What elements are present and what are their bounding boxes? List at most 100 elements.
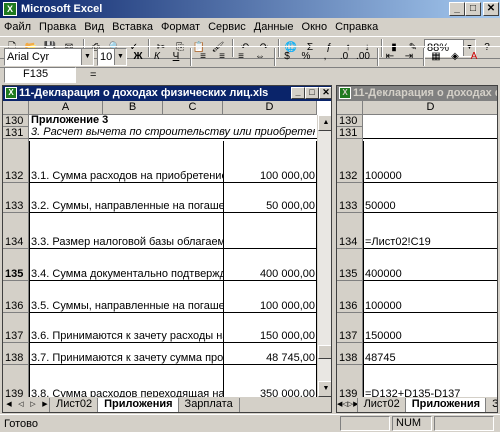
scroll-thumb[interactable] xyxy=(318,345,331,359)
fill-color-icon[interactable]: ◈ xyxy=(447,49,463,65)
left-vertical-scrollbar[interactable]: ▲ ▼ xyxy=(317,115,331,397)
left-window-title: 11-Декларация о доходах физических лиц.x… xyxy=(19,87,269,99)
workbook-icon: X xyxy=(5,87,17,99)
menu-edit[interactable]: Правка xyxy=(35,21,80,33)
cell-border xyxy=(29,212,317,213)
tab-next-icon[interactable]: ▷ xyxy=(27,398,39,412)
row-header[interactable]: 139 xyxy=(337,365,363,401)
align-right-icon[interactable]: ≡ xyxy=(233,49,249,65)
menu-bar: Файл Правка Вид Вставка Формат Сервис Да… xyxy=(0,18,500,36)
row-header[interactable]: 138 xyxy=(337,343,363,365)
left-maximize-button[interactable]: □ xyxy=(305,87,319,99)
decrease-decimal-icon[interactable]: .00 xyxy=(355,49,371,65)
menu-insert[interactable]: Вставка xyxy=(108,21,157,33)
row-header[interactable]: 133 xyxy=(3,183,29,213)
currency-icon[interactable]: $ xyxy=(279,49,295,65)
increase-indent-icon[interactable]: ⇥ xyxy=(401,49,417,65)
name-box[interactable]: F135 xyxy=(4,67,76,83)
column-header-c[interactable]: C xyxy=(163,101,223,115)
cell-border xyxy=(363,182,497,183)
left-minimize-button[interactable]: _ xyxy=(291,87,305,99)
cell-border xyxy=(29,248,317,249)
tab-zarplata[interactable]: Зар xyxy=(485,397,497,412)
cell-border xyxy=(223,141,224,397)
row-header[interactable]: 134 xyxy=(337,213,363,249)
row-header[interactable]: 132 xyxy=(337,139,363,183)
right-window-title: 11-Декларация о доходах физических xyxy=(353,87,497,99)
tab-prilozheniya[interactable]: Приложения xyxy=(404,397,488,412)
column-header-b[interactable]: B xyxy=(103,101,163,115)
left-window-titlebar: X 11-Декларация о доходах физических лиц… xyxy=(3,86,331,101)
row-header[interactable]: 131 xyxy=(3,127,29,139)
menu-tools[interactable]: Сервис xyxy=(204,21,250,33)
menu-window[interactable]: Окно xyxy=(298,21,332,33)
menu-data[interactable]: Данные xyxy=(250,21,298,33)
select-all-corner[interactable] xyxy=(3,101,29,115)
align-left-icon[interactable]: ≡ xyxy=(195,49,211,65)
tab-prev-icon[interactable]: ◁ xyxy=(15,398,27,412)
status-bar: Готово NUM xyxy=(0,414,500,432)
font-color-icon[interactable]: A xyxy=(466,49,482,65)
cell-border xyxy=(29,364,317,365)
menu-help[interactable]: Справка xyxy=(331,21,382,33)
increase-decimal-icon[interactable]: .0 xyxy=(336,49,352,65)
font-name-select[interactable]: Arial Cyr ▼ xyxy=(4,48,94,66)
row-header[interactable]: 133 xyxy=(337,183,363,213)
row-header[interactable]: 132 xyxy=(3,139,29,183)
row-header[interactable]: 135 xyxy=(3,249,29,281)
row-header[interactable]: 134 xyxy=(3,213,29,249)
cell-border xyxy=(29,280,317,281)
row-header[interactable]: 138 xyxy=(3,343,29,365)
cell-border xyxy=(363,364,497,365)
merge-center-icon[interactable]: ⇔ xyxy=(252,49,268,65)
row-header[interactable]: 136 xyxy=(337,281,363,313)
font-size-select[interactable]: 10 ▼ xyxy=(97,48,127,66)
formula-equals: = xyxy=(90,69,97,81)
chevron-down-icon[interactable]: ▼ xyxy=(81,49,93,65)
cell-border xyxy=(363,212,497,213)
thousands-icon[interactable]: , xyxy=(317,49,333,65)
left-sheet-tabs: ◀ ◁ ▷ ▶ Лист02 Приложения Зарплата xyxy=(3,397,331,412)
maximize-button[interactable]: □ xyxy=(465,2,481,16)
tab-first-icon[interactable]: ◀ xyxy=(3,398,15,412)
cell-border xyxy=(29,138,317,139)
align-center-icon[interactable]: ≡ xyxy=(214,49,230,65)
bold-button[interactable]: Ж xyxy=(130,49,146,65)
cell-border xyxy=(363,280,497,281)
column-header-a[interactable]: A xyxy=(29,101,103,115)
tab-zarplata[interactable]: Зарплата xyxy=(177,397,240,412)
italic-button[interactable]: К xyxy=(149,49,165,65)
scroll-up-icon[interactable]: ▲ xyxy=(318,115,331,131)
tab-list02[interactable]: Лист02 xyxy=(49,397,100,412)
underline-button[interactable]: Ч xyxy=(168,49,184,65)
column-header-d[interactable]: D xyxy=(223,101,317,115)
menu-view[interactable]: Вид xyxy=(80,21,108,33)
formatting-toolbar: Arial Cyr ▼ 10 ▼ Ж К Ч ≡ ≡ ≡ ⇔ $ % , .0 … xyxy=(0,46,500,68)
column-header-d[interactable]: D xyxy=(363,101,497,115)
cell-border xyxy=(363,312,497,313)
menu-format[interactable]: Формат xyxy=(157,21,204,33)
select-all-corner[interactable] xyxy=(337,101,363,115)
formula-bar: F135 = xyxy=(0,66,500,84)
row-header[interactable]: 130 xyxy=(337,115,363,127)
row-header[interactable]: 130 xyxy=(3,115,29,127)
tab-prilozheniya[interactable]: Приложения xyxy=(97,397,180,412)
tab-list02[interactable]: Лист02 xyxy=(356,397,407,412)
borders-icon[interactable]: ▦ xyxy=(428,49,444,65)
close-button[interactable]: ✕ xyxy=(483,2,499,16)
left-close-button[interactable]: ✕ xyxy=(319,87,331,99)
app-titlebar: X Microsoft Excel _ □ ✕ xyxy=(0,0,500,18)
left-workbook-window: X 11-Декларация о доходах физических лиц… xyxy=(2,85,332,413)
decrease-indent-icon[interactable]: ⇤ xyxy=(382,49,398,65)
row-header[interactable]: 136 xyxy=(3,281,29,313)
chevron-down-icon[interactable]: ▼ xyxy=(114,49,126,65)
row-header[interactable]: 131 xyxy=(337,127,363,139)
percent-icon[interactable]: % xyxy=(298,49,314,65)
row-header[interactable]: 139 xyxy=(3,365,29,401)
row-header[interactable]: 137 xyxy=(3,313,29,343)
row-header[interactable]: 135 xyxy=(337,249,363,281)
minimize-button[interactable]: _ xyxy=(449,2,465,16)
scroll-down-icon[interactable]: ▼ xyxy=(318,381,331,397)
row-header[interactable]: 137 xyxy=(337,313,363,343)
menu-file[interactable]: Файл xyxy=(0,21,35,33)
